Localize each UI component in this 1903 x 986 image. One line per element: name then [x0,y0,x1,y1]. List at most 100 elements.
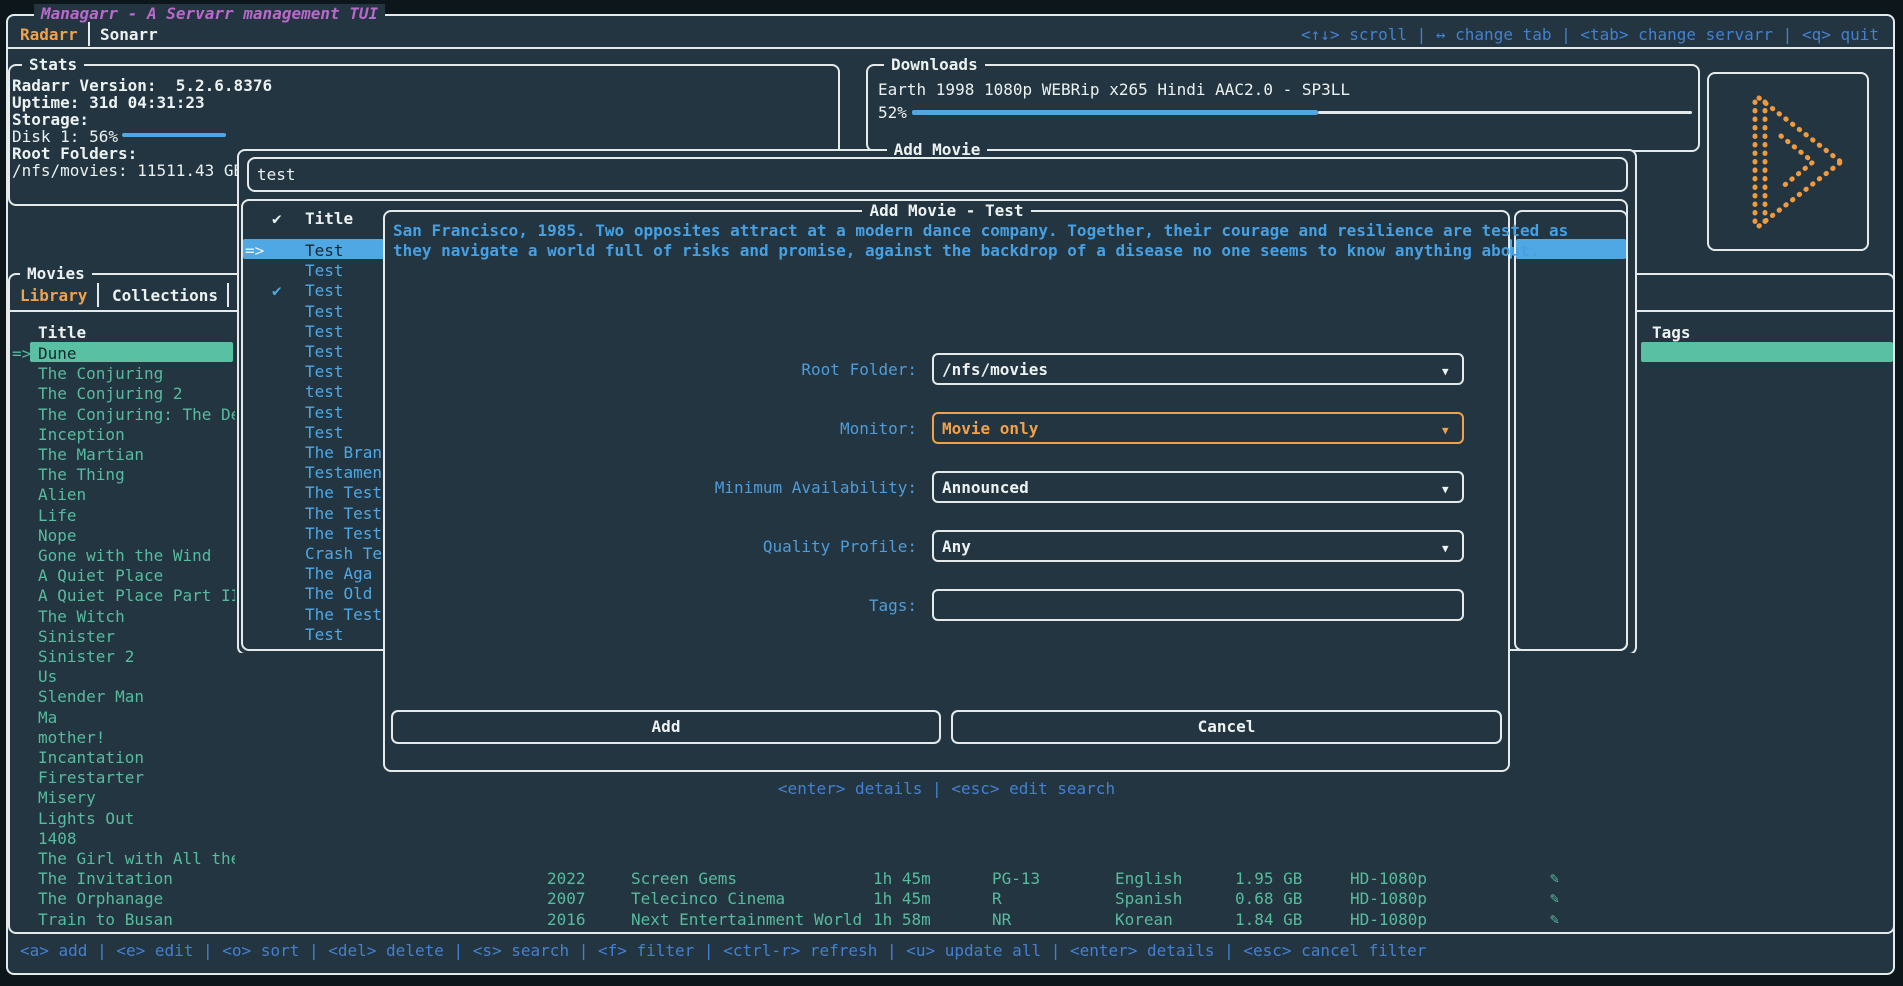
downloads-panel [866,64,1700,152]
dialog-description-line1: San Francisco, 1985. Two opposites attra… [393,221,1500,241]
movie-language: English [1115,869,1182,889]
search-result-row[interactable]: Crash Te [305,544,382,564]
header-separator [7,47,1894,49]
movie-row[interactable]: The Conjuring 2 [38,384,235,404]
quality-profile-select[interactable] [932,530,1464,562]
bottom-help: <a> add | <e> edit | <o> sort | <del> de… [20,941,1426,961]
managarr-logo [1709,74,1867,249]
movie-row[interactable]: Nope [38,526,235,546]
movie-row[interactable]: The Conjuring [38,364,235,384]
search-result-row[interactable]: The Test [305,524,382,544]
dropdown-arrow-icon[interactable]: ▼ [1442,421,1449,441]
downloads-title: Downloads [884,55,985,75]
movie-row[interactable]: mother! [38,728,235,748]
search-result-row[interactable]: Test [305,423,344,443]
tags-input[interactable] [932,589,1464,621]
cancel-button[interactable]: Cancel [951,710,1502,744]
search-result-row[interactable]: The Old [305,584,372,604]
movie-search-input[interactable] [247,157,1628,192]
movie-studio: Next Entertainment World [631,910,862,930]
movies-tab-divider [97,283,99,307]
search-result-row[interactable]: Test [305,322,344,342]
pencil-icon: ✎ [1550,909,1559,929]
selected-row-tags-highlight [1641,342,1893,362]
movie-row[interactable]: Misery [38,788,235,808]
movie-row[interactable]: A Quiet Place Part II [38,586,235,606]
field-label: Minimum Availability: [400,478,917,498]
movie-row[interactable]: Train to Busan [38,910,235,930]
movie-row[interactable]: 1408 [38,829,235,849]
pencil-icon: ✎ [1550,868,1559,888]
movie-row[interactable]: The Invitation [38,869,235,889]
search-result-row[interactable]: Test [305,281,344,301]
search-results-title-header: Title [305,209,353,229]
search-result-row[interactable]: test [305,382,344,402]
download-item: Earth 1998 1080p WEBRip x265 Hindi AAC2.… [878,80,1350,100]
field-value: Any [942,537,971,557]
movie-row[interactable]: Life [38,506,235,526]
stats-title: Stats [22,55,84,75]
dialog-help: <enter> details | <esc> edit search [383,779,1510,799]
movie-studio: Screen Gems [631,869,737,889]
field-value: Movie only [942,419,1038,439]
movie-row[interactable]: Ma [38,708,235,728]
search-results-monitored-column [1514,210,1628,651]
movie-row[interactable]: The Thing [38,465,235,485]
movie-size: 1.84 GB [1235,910,1302,930]
movie-row[interactable]: Gone with the Wind [38,546,235,566]
search-result-row[interactable]: The Aga [305,564,372,584]
search-result-row[interactable]: The Bran [305,443,382,463]
download-percent: 52% [878,103,907,123]
search-result-row[interactable]: Test [305,302,344,322]
movie-row[interactable]: The Martian [38,445,235,465]
movie-quality: HD-1080p [1350,910,1427,930]
field-value: /nfs/movies [942,360,1048,380]
tab-collections[interactable]: Collections [112,286,218,306]
movie-row[interactable]: Lights Out [38,809,235,829]
search-result-row[interactable]: The Test [305,483,382,503]
search-result-row[interactable]: The Test [305,504,382,524]
tab-library[interactable]: Library [20,286,87,306]
tab-radarr[interactable]: Radarr [20,25,78,45]
dropdown-arrow-icon[interactable]: ▼ [1442,539,1449,559]
movie-row[interactable]: The Witch [38,607,235,627]
tab-sonarr[interactable]: Sonarr [100,25,158,45]
movie-row[interactable]: Incantation [38,748,235,768]
field-label: Monitor: [400,419,917,439]
movie-row[interactable]: Dune [38,344,235,364]
movie-row[interactable]: Sinister [38,627,235,647]
search-result-row[interactable]: Test [305,625,344,645]
search-result-row[interactable]: Test [305,241,344,261]
movie-row[interactable]: Alien [38,485,235,505]
dropdown-arrow-icon[interactable]: ▼ [1442,362,1449,382]
movie-language: Korean [1115,910,1173,930]
search-result-row[interactable]: Test [305,403,344,423]
disk-usage-bar [122,133,226,137]
movie-studio: Telecinco Cinema [631,889,785,909]
dropdown-arrow-icon[interactable]: ▼ [1442,480,1449,500]
movie-certification: NR [992,910,1011,930]
search-result-row[interactable]: Test [305,261,344,281]
movie-row[interactable]: Firestarter [38,768,235,788]
movie-row[interactable]: The Orphanage [38,889,235,909]
movie-quality: HD-1080p [1350,869,1427,889]
movie-row[interactable]: Sinister 2 [38,647,235,667]
movie-row[interactable]: Inception [38,425,235,445]
selection-arrow: => [12,344,31,364]
movie-search-value: test [257,165,296,185]
movie-row[interactable]: The Girl with All the [38,849,235,869]
movie-row[interactable]: Us [38,667,235,687]
search-result-row[interactable]: Test [305,342,344,362]
movie-row[interactable]: The Conjuring: The De [38,405,235,425]
movie-year: 2022 [547,869,586,889]
movie-row[interactable]: Slender Man [38,687,235,707]
movie-runtime: 1h 45m [873,869,931,889]
search-result-row[interactable]: Testamen [305,463,382,483]
search-result-row[interactable]: Test [305,362,344,382]
search-result-row[interactable]: The Test [305,605,382,625]
field-label: Tags: [400,596,917,616]
logo-panel [1707,72,1869,251]
add-button[interactable]: Add [391,710,941,744]
stats-root-folder: /nfs/movies: 11511.43 GB [12,161,243,181]
movie-row[interactable]: A Quiet Place [38,566,235,586]
